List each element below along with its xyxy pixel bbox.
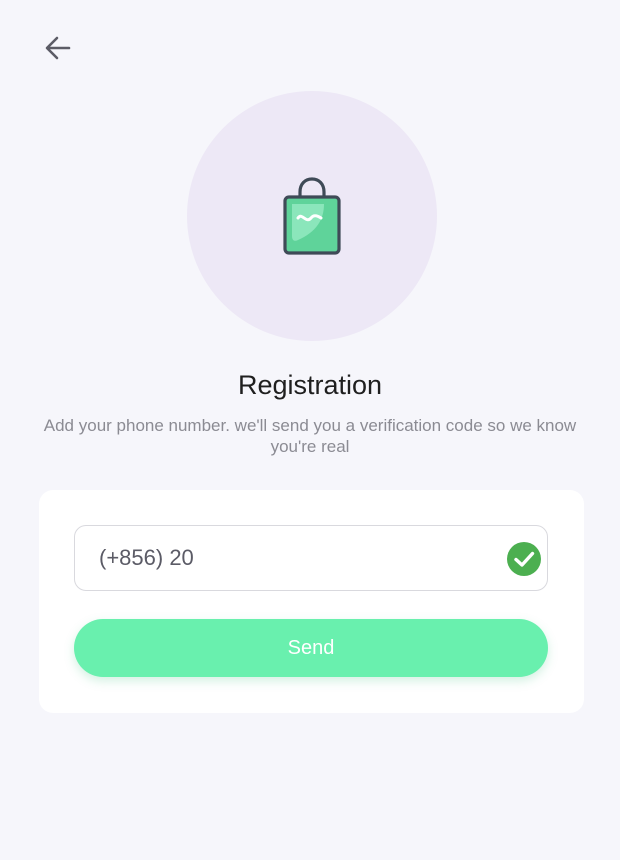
page-subtitle: Add your phone number. we'll send you a … bbox=[43, 416, 577, 456]
back-button[interactable] bbox=[36, 28, 80, 68]
phone-number-field[interactable]: (+856) 20 bbox=[74, 525, 548, 591]
send-button[interactable]: Send bbox=[74, 619, 548, 677]
page-title: Registration bbox=[237, 370, 383, 400]
phone-number-value[interactable]: (+856) 20 bbox=[99, 526, 194, 590]
phone-form-card: (+856) 20 Send bbox=[39, 490, 584, 713]
shopping-bag-icon bbox=[283, 177, 341, 255]
check-circle-icon bbox=[507, 542, 541, 576]
arrow-left-icon bbox=[45, 36, 71, 60]
hero-illustration bbox=[187, 91, 437, 341]
